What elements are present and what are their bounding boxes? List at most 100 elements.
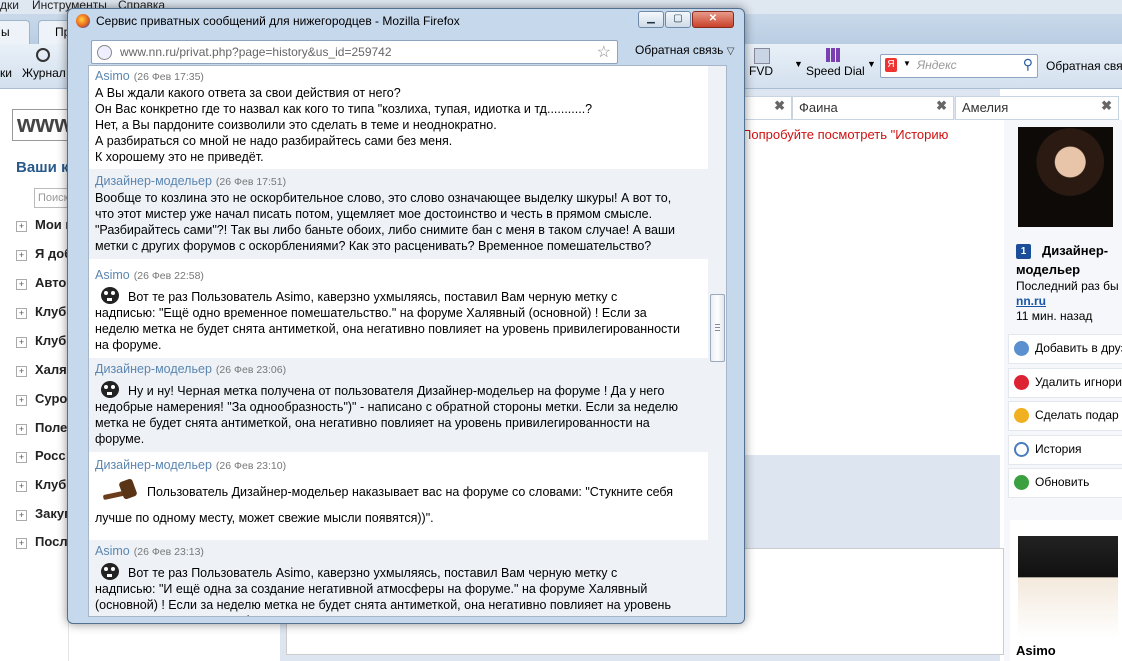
address-input[interactable]: www.nn.ru/privat.php?page=history&us_id=…: [91, 40, 618, 64]
bookmark-star-icon[interactable]: ☆: [597, 42, 611, 62]
time-ago: 11 мин. назад: [1016, 309, 1093, 323]
message-author[interactable]: Asimo: [95, 69, 130, 83]
message-author[interactable]: Дизайнер-модельер: [95, 362, 212, 376]
scrollbar-thumb[interactable]: [710, 294, 725, 362]
message-first-line: Ну и ну! Черная метка получена от пользо…: [128, 384, 665, 398]
ignore-button[interactable]: Удалить игнори: [1008, 368, 1122, 398]
clock-icon: [1014, 442, 1029, 457]
gift-button[interactable]: Сделать подар: [1008, 401, 1122, 431]
speed-dial-icon: [826, 48, 840, 62]
feedback-button[interactable]: Обратная связь ▽: [635, 43, 734, 57]
left-item[interactable]: Посл: [16, 534, 68, 549]
fvd-icon: [754, 48, 770, 64]
chat-tab-faina[interactable]: Фаина ✖: [792, 96, 954, 120]
history-button[interactable]: История: [1008, 435, 1122, 465]
feedback-toolbar-button[interactable]: Обратная связ: [1046, 59, 1122, 73]
left-item[interactable]: Росс: [16, 448, 66, 463]
profile-name-line2: модельер: [1016, 262, 1081, 277]
dropdown-arrow-icon: ▼: [903, 59, 911, 68]
dropdown-arrow-icon[interactable]: ▼: [794, 59, 803, 69]
private-messages-window[interactable]: Сервис приватных сообщений для нижегород…: [67, 8, 745, 624]
message-text: Вообще то козлина это не оскорбительное …: [95, 191, 676, 253]
refresh-icon: [1014, 475, 1029, 490]
window-title: Сервис приватных сообщений для нижегород…: [96, 14, 460, 28]
left-item[interactable]: Клуб: [16, 304, 66, 319]
avatar[interactable]: [1018, 536, 1118, 638]
message: Дизайнер-модельер (26 Фев 23:10) Пользова…: [89, 454, 709, 538]
close-icon[interactable]: ✖: [936, 98, 947, 114]
left-item[interactable]: Поле: [16, 420, 67, 435]
minimize-button[interactable]: ▁: [638, 11, 664, 28]
message-first-line: Вот те раз Пользователь Asimo, каверзно …: [128, 566, 618, 580]
chat-tab-label: Фаина: [799, 100, 838, 115]
message-author[interactable]: Asimo: [95, 268, 130, 282]
message: Дизайнер-модельер (26 Фев 17:51) Вообще т…: [89, 169, 709, 259]
message-date: (26 Фев 22:58): [133, 270, 204, 282]
site-link[interactable]: nn.ru: [1016, 294, 1046, 308]
message-date: (26 Фев 23:13): [133, 546, 204, 558]
close-icon[interactable]: ✖: [774, 98, 785, 114]
action-label: Обновить: [1035, 475, 1090, 489]
chat-tab[interactable]: ✖: [742, 96, 792, 120]
last-seen-label: Последний раз бы: [1016, 279, 1119, 293]
message-text: надписью: "Ещё одно временное помешатель…: [95, 306, 680, 352]
tab-label: ы: [1, 25, 10, 39]
background-tab[interactable]: ы: [0, 20, 30, 45]
favorites-heading: Ваши к: [16, 159, 69, 176]
gavel-icon: [101, 478, 139, 502]
chevron-down-icon: ▽: [726, 46, 735, 57]
yandex-search-input[interactable]: Я ▼ Яндекс ⚲: [880, 54, 1038, 78]
clock-icon: [36, 48, 50, 62]
message-first-line: Пользователь Дизайнер-модельер наказывае…: [147, 485, 674, 499]
skull-icon: [101, 287, 119, 304]
speed-dial-button[interactable]: Speed Dial: [806, 64, 865, 78]
left-item[interactable]: Закуп: [16, 506, 72, 521]
history-notice: Попробуйте посмотреть "Историю: [742, 127, 949, 142]
add-friend-button[interactable]: Добавить в друз: [1008, 334, 1122, 364]
message-history: Asimo (26 Фев 17:35) А Вы ждали какого от…: [88, 65, 710, 617]
rank-badge: 1: [1016, 244, 1031, 259]
left-item[interactable]: Клуб: [16, 333, 66, 348]
message-text: недобрые намерения! "За однообразность")…: [95, 400, 678, 446]
background-tab[interactable]: Пр: [38, 20, 70, 45]
search-icon[interactable]: ⚲: [1023, 56, 1033, 73]
left-item[interactable]: Авто: [16, 275, 66, 290]
bookmarks-button[interactable]: ки: [0, 66, 12, 80]
block-icon: [1014, 375, 1029, 390]
left-item[interactable]: Я доб: [16, 246, 72, 261]
skull-icon: [101, 563, 119, 580]
profile2-name: Asimo: [1016, 643, 1056, 658]
vertical-scrollbar[interactable]: [708, 65, 727, 617]
message-date: (26 Фев 17:35): [133, 71, 204, 83]
message-author[interactable]: Дизайнер-модельер: [95, 458, 212, 472]
left-item[interactable]: Мои к: [16, 217, 72, 232]
url-text: www.nn.ru/privat.php?page=history&us_id=…: [120, 45, 392, 59]
message: Дизайнер-модельер (26 Фев 23:06) Ну и ну!…: [89, 358, 709, 452]
skull-icon: [101, 381, 119, 398]
left-item[interactable]: Халя: [16, 362, 67, 377]
menu-item[interactable]: дки: [0, 0, 19, 12]
message-date: (26 Фев 23:10): [215, 460, 287, 472]
message-author[interactable]: Asimo: [95, 544, 130, 558]
chat-panel: [740, 120, 1002, 455]
chat-tab-label: Амелия: [962, 100, 1009, 115]
refresh-button[interactable]: Обновить: [1008, 468, 1122, 498]
message: Asimo (26 Фев 17:35) А Вы ждали какого от…: [89, 68, 709, 166]
left-item[interactable]: Клуб: [16, 477, 66, 492]
message-date: (26 Фев 17:51): [215, 176, 287, 188]
message-date: (26 Фев 23:06): [215, 364, 287, 376]
message-text: надписью: "И ещё одна за создание негати…: [95, 582, 671, 616]
chat-tab-amelia[interactable]: Амелия ✖: [955, 96, 1119, 120]
message-first-line: Вот те раз Пользователь Asimo, каверзно …: [128, 290, 618, 304]
dropdown-arrow-icon[interactable]: ▼: [867, 59, 876, 69]
close-icon[interactable]: ✖: [1101, 98, 1112, 114]
left-item[interactable]: Суро: [16, 391, 67, 406]
journal-button[interactable]: Журнал: [22, 66, 66, 80]
action-label: Добавить в друз: [1035, 341, 1122, 355]
avatar[interactable]: [1018, 127, 1113, 227]
message: Asimo (26 Фев 22:58) Вот те раз Пользоват…: [89, 264, 709, 356]
fvd-button[interactable]: FVD: [749, 64, 773, 78]
close-button[interactable]: ✕: [692, 11, 734, 28]
maximize-button[interactable]: ▢: [665, 11, 691, 28]
message-author[interactable]: Дизайнер-модельер: [95, 174, 212, 188]
